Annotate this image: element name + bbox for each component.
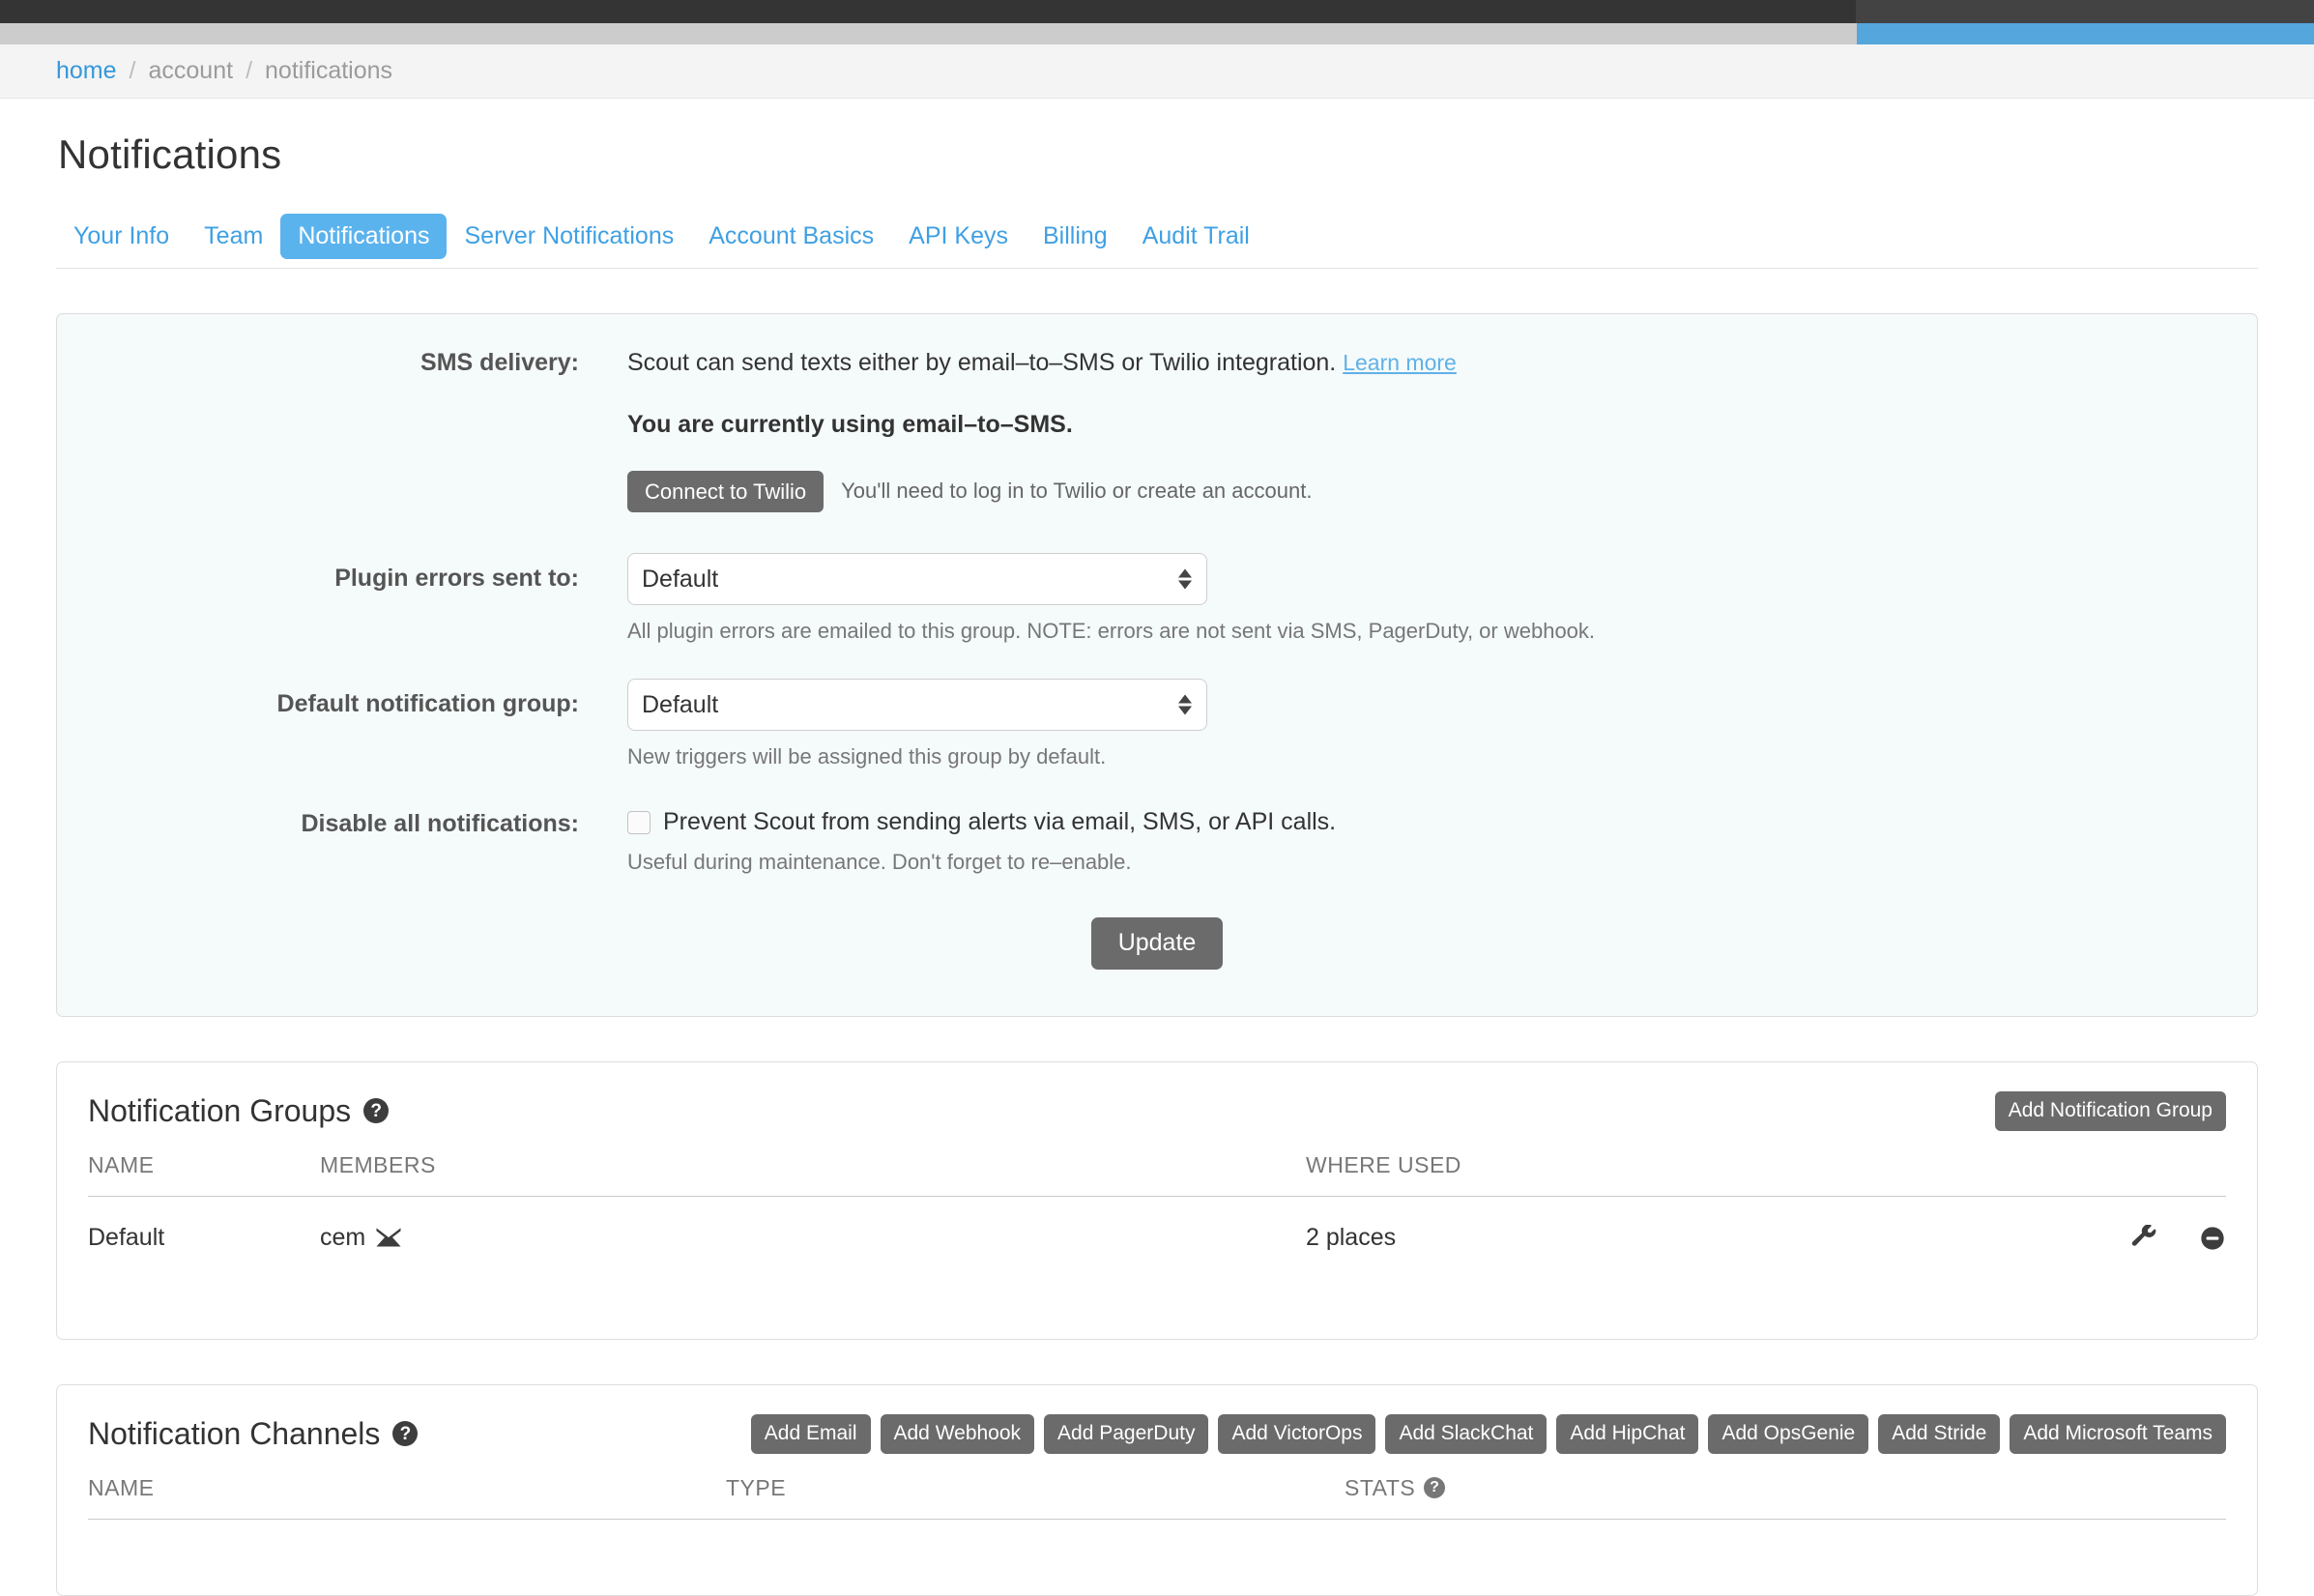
label-disable-all: Disable all notifications: [57,808,627,875]
question-mark-icon[interactable]: ? [392,1421,418,1446]
notification-groups-header: Notification Groups ? Add Notification G… [57,1062,2257,1131]
default-group-select-wrap: Default [627,679,1207,731]
browser-title-bar [0,0,2314,23]
label-sms-delivery: SMS delivery: [57,347,627,512]
notification-groups-title: Notification Groups [88,1093,351,1129]
browser-toolbar [0,23,2314,44]
add-channel-button-email[interactable]: Add Email [751,1414,871,1454]
form-row-disable-all: Disable all notifications: Prevent Scout… [57,808,2257,875]
add-channel-button-opsgenie[interactable]: Add OpsGenie [1708,1414,1868,1454]
notification-groups-table-head: NAME MEMBERS WHERE USED [88,1152,2226,1197]
add-notification-group-button[interactable]: Add Notification Group [1995,1091,2226,1131]
notification-channels-title-wrap: Notification Channels ? [88,1416,418,1452]
notification-channels-panel: Notification Channels ? Add EmailAdd Web… [56,1384,2258,1596]
add-channel-button-microsoft-teams[interactable]: Add Microsoft Teams [2010,1414,2226,1454]
browser-tab-strip[interactable] [1856,0,2314,23]
add-channel-button-slackchat[interactable]: Add SlackChat [1385,1414,1547,1454]
disable-all-help: Useful during maintenance. Don't forget … [627,850,2218,875]
notification-groups-title-wrap: Notification Groups ? [88,1093,389,1129]
notification-channels-header: Notification Channels ? Add EmailAdd Web… [57,1385,2257,1454]
column-header-members: MEMBERS [320,1152,1306,1197]
add-channel-button-victorops[interactable]: Add VictorOps [1218,1414,1375,1454]
notification-groups-table: NAME MEMBERS WHERE USED Defaultcem 2 plac… [88,1152,2226,1252]
notification-groups-panel: Notification Groups ? Add Notification G… [56,1061,2258,1340]
settings-tab-bar: Your InfoTeamNotificationsServer Notific… [56,205,2258,269]
notification-groups-spacer [57,1252,2257,1339]
connect-to-twilio-button[interactable]: Connect to Twilio [627,471,824,513]
tab-api-keys[interactable]: API Keys [891,214,1026,259]
connect-twilio-row: Connect to Twilio You'll need to log in … [627,471,2218,513]
update-button-row: Update [57,917,2257,970]
column-header-stats-label: STATS [1345,1475,1415,1501]
plugin-errors-select-wrap: Default [627,553,1207,605]
notification-settings-panel: SMS delivery: Scout can send texts eithe… [56,313,2258,1017]
add-channel-button-group: Add EmailAdd WebhookAdd PagerDutyAdd Vic… [751,1414,2226,1454]
add-channel-button-webhook[interactable]: Add Webhook [881,1414,1035,1454]
notification-settings-form: SMS delivery: Scout can send texts eithe… [57,314,2257,1016]
add-channel-button-stride[interactable]: Add Stride [1878,1414,2000,1454]
add-channel-button-hipchat[interactable]: Add HipChat [1556,1414,1698,1454]
tab-billing[interactable]: Billing [1026,214,1125,259]
form-row-plugin-errors: Plugin errors sent to: Default All plugi… [57,553,2257,644]
breadcrumb-separator-2: / [246,57,252,85]
group-member-name: cem [320,1224,365,1252]
notification-groups-table-body: Defaultcem 2 places [88,1196,2226,1252]
breadcrumb-link-home[interactable]: home [56,57,117,85]
group-members-cell: cem [320,1196,1306,1252]
breadcrumb: home / account / notifications [0,44,2314,99]
wrench-icon[interactable] [2131,1225,2158,1252]
column-header-type: TYPE [726,1475,1345,1520]
plugin-errors-select[interactable]: Default [627,553,1207,605]
sms-current-status: You are currently using email–to–SMS. [627,409,2218,442]
tab-audit-trail[interactable]: Audit Trail [1125,214,1267,259]
plugin-errors-help: All plugin errors are emailed to this gr… [627,619,2218,644]
disable-all-checkbox-label: Prevent Scout from sending alerts via em… [663,808,1336,836]
browser-active-tab-indicator[interactable] [1857,23,2314,44]
question-mark-icon[interactable]: ? [1424,1477,1445,1498]
form-row-default-group: Default notification group: Default New … [57,679,2257,769]
label-default-group: Default notification group: [57,679,627,769]
disable-all-checkbox-row[interactable]: Prevent Scout from sending alerts via em… [627,808,2218,836]
column-header-stats: STATS ? [1345,1475,2226,1520]
connect-to-twilio-note: You'll need to log in to Twilio or creat… [841,479,1312,504]
breadcrumb-item-account: account [149,57,234,85]
form-row-sms-delivery: SMS delivery: Scout can send texts eithe… [57,347,2257,512]
notification-channels-spacer [57,1520,2257,1595]
column-header-name: NAME [88,1152,320,1197]
notification-channels-title: Notification Channels [88,1416,380,1452]
label-plugin-errors: Plugin errors sent to: [57,553,627,644]
tab-your-info[interactable]: Your Info [56,214,187,259]
group-actions-cell [2033,1196,2226,1252]
column-header-where-used: WHERE USED [1306,1152,2033,1197]
breadcrumb-separator-1: / [130,57,136,85]
table-row: Defaultcem 2 places [88,1196,2226,1252]
tab-server-notifications[interactable]: Server Notifications [447,214,691,259]
notification-channels-table: NAME TYPE STATS ? [88,1475,2226,1520]
notification-channels-table-head: NAME TYPE STATS ? [88,1475,2226,1520]
default-notification-group-select[interactable]: Default [627,679,1207,731]
sms-delivery-description: Scout can send texts either by email–to–… [627,347,2218,380]
minus-circle-icon[interactable] [2199,1225,2226,1252]
table-header-row: NAME MEMBERS WHERE USED [88,1152,2226,1197]
envelope-icon [376,1228,401,1247]
group-where-used-cell: 2 places [1306,1196,2033,1252]
question-mark-icon[interactable]: ? [363,1098,389,1123]
add-channel-button-pagerduty[interactable]: Add PagerDuty [1044,1414,1208,1454]
disable-all-checkbox[interactable] [627,811,651,834]
learn-more-link[interactable]: Learn more [1343,350,1457,375]
group-name-cell: Default [88,1196,320,1252]
default-group-help: New triggers will be assigned this group… [627,744,2218,769]
page-title: Notifications [58,131,2258,178]
column-header-name: NAME [88,1475,726,1520]
tab-notifications[interactable]: Notifications [280,214,447,259]
tab-team[interactable]: Team [187,214,280,259]
column-header-actions [2033,1152,2226,1197]
sms-description-text: Scout can send texts either by email–to–… [627,349,1336,376]
update-button[interactable]: Update [1091,917,1224,970]
breadcrumb-item-notifications: notifications [265,57,392,85]
table-header-row: NAME TYPE STATS ? [88,1475,2226,1520]
tab-account-basics[interactable]: Account Basics [691,214,891,259]
